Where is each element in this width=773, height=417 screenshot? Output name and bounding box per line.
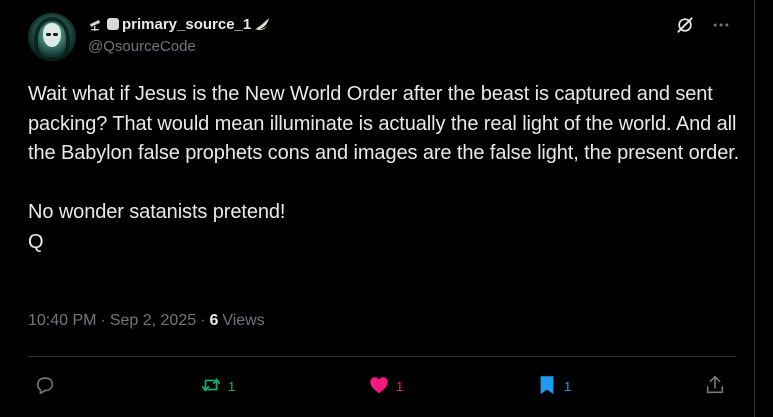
like-count: 1: [396, 378, 404, 394]
tweet-meta: 10:40 PM · Sep 2, 2025 · 6 Views: [28, 312, 265, 330]
repost-icon: [200, 374, 222, 399]
more-options-icon[interactable]: [710, 14, 732, 36]
reply-button[interactable]: [34, 366, 62, 406]
views-count[interactable]: 6: [209, 312, 218, 330]
share-icon: [704, 374, 726, 399]
meta-separator: ·: [100, 312, 106, 329]
avatar-eye-right: [53, 33, 58, 36]
author-handle[interactable]: @QsourceCode: [88, 38, 196, 55]
meta-separator: ·: [200, 312, 206, 329]
avatar-eye-left: [46, 33, 51, 36]
bookmark-button[interactable]: 1: [536, 366, 571, 406]
wing-emoji-icon: [253, 16, 270, 32]
telescope-emoji-icon: [88, 16, 104, 32]
repost-button[interactable]: 1: [200, 366, 235, 406]
tweet-text: Wait what if Jesus is the New World Orde…: [28, 83, 740, 253]
repost-count: 1: [228, 378, 236, 394]
tweet-date[interactable]: Sep 2, 2025: [110, 312, 196, 330]
bookmark-count: 1: [564, 378, 572, 394]
tweet-card: primary_source_1 @QsourceCode Wait what …: [0, 0, 755, 417]
bookmark-icon: [536, 374, 558, 399]
square-emoji-icon: [107, 18, 119, 30]
tweet-time[interactable]: 10:40 PM: [28, 312, 96, 330]
display-name: primary_source_1: [122, 15, 252, 33]
share-button[interactable]: [704, 366, 726, 406]
author-name-row[interactable]: primary_source_1: [88, 14, 270, 34]
avatar[interactable]: [28, 13, 76, 61]
like-icon: [368, 374, 390, 399]
grok-icon[interactable]: [674, 14, 696, 36]
views-label[interactable]: Views: [222, 312, 264, 330]
divider: [28, 356, 736, 357]
like-button[interactable]: 1: [368, 366, 403, 406]
reply-icon: [34, 374, 56, 399]
action-bar: 1 1 1: [28, 366, 736, 406]
header-actions: [674, 14, 732, 36]
